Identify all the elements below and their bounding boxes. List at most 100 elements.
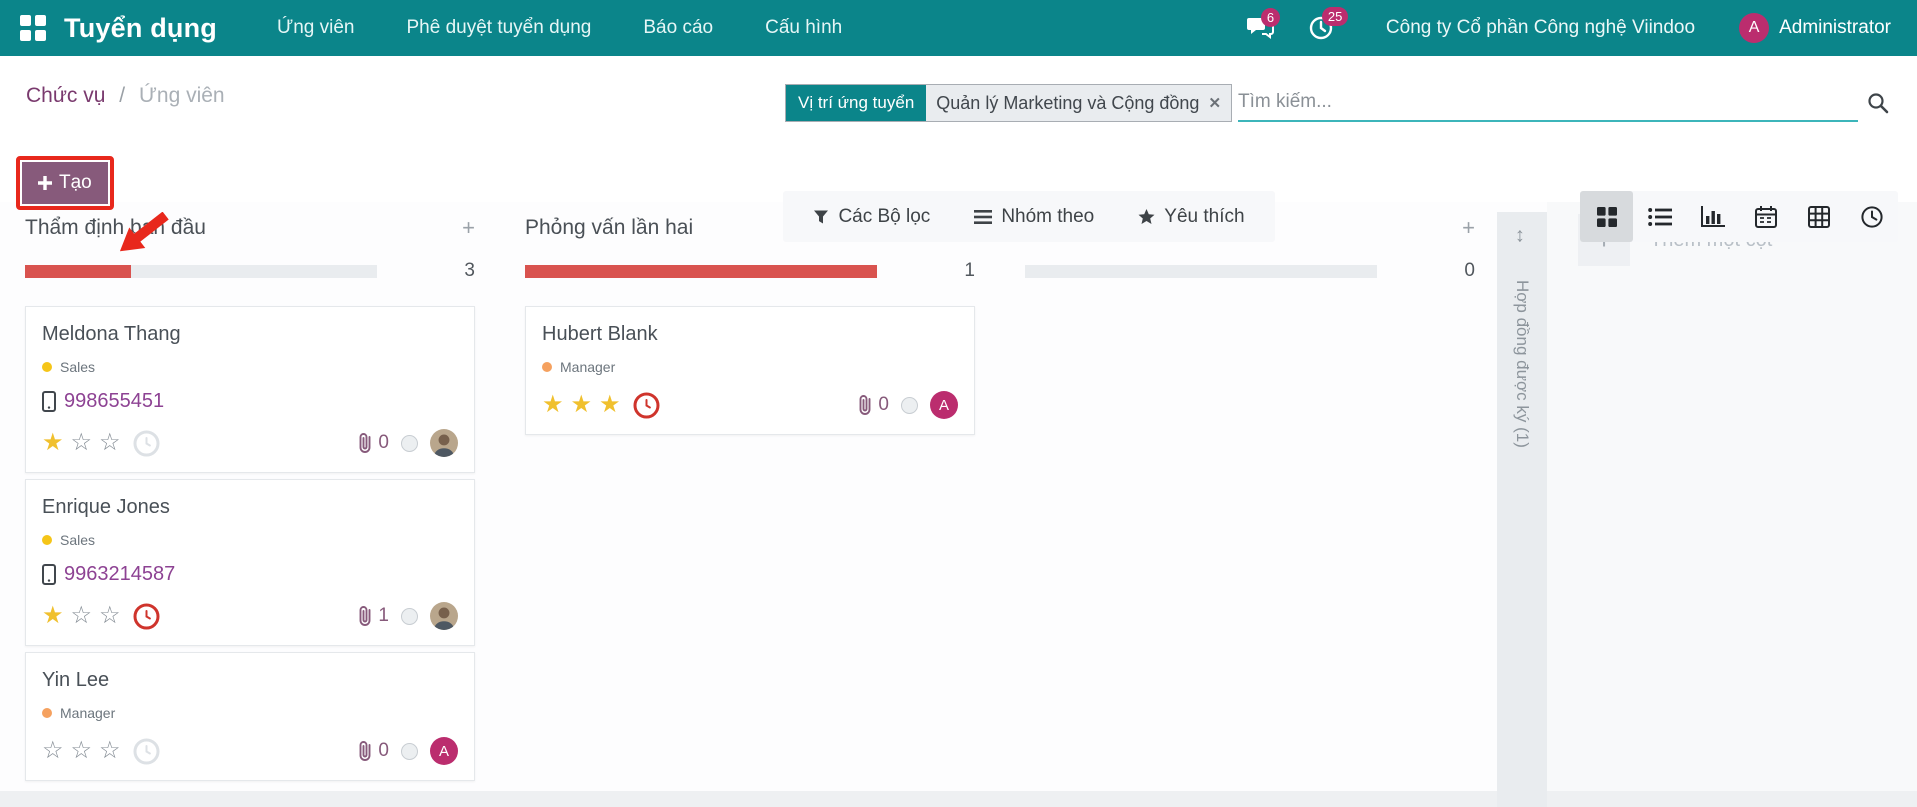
attachments-button[interactable]: 1 — [356, 605, 389, 627]
search-bar: Vị trí ứng tuyển Quản lý Marketing và Cộ… — [785, 84, 1890, 122]
column-record-count: 3 — [464, 260, 475, 282]
activity-clock-icon[interactable] — [133, 603, 160, 630]
kanban-state-circle[interactable] — [401, 608, 418, 625]
responsible-avatar[interactable]: A — [430, 737, 458, 765]
column-progressbar[interactable] — [525, 265, 877, 278]
view-calendar-button[interactable] — [1739, 191, 1792, 242]
facet-category-label: Vị trí ứng tuyển — [786, 85, 926, 121]
view-list-button[interactable] — [1633, 191, 1686, 242]
kanban-card-hubert-blank[interactable]: Hubert Blank Manager ★★★ — [525, 306, 975, 435]
group-by-button[interactable]: Nhóm theo — [974, 206, 1094, 228]
activity-clock-icon[interactable] — [633, 392, 660, 419]
view-graph-button[interactable] — [1686, 191, 1739, 242]
rating-stars[interactable]: ★★★ — [542, 392, 621, 418]
avatar-photo — [430, 429, 458, 457]
responsible-avatar[interactable] — [430, 429, 458, 457]
menu-candidates[interactable]: Ứng viên — [251, 0, 381, 56]
annotation-arrow-icon — [110, 212, 180, 268]
rating-stars[interactable]: ★ ☆☆ — [42, 603, 121, 629]
candidate-name: Meldona Thang — [42, 323, 458, 346]
view-pivot-button[interactable] — [1792, 191, 1845, 242]
kanban-state-circle[interactable] — [901, 397, 918, 414]
facet-value: Quản lý Marketing và Cộng đồng ✕ — [926, 85, 1231, 121]
main-menu: Ứng viên Phê duyệt tuyển dụng Báo cáo Cấ… — [251, 0, 868, 56]
attachments-button[interactable]: 0 — [356, 740, 389, 762]
phone-link[interactable]: 9963214587 — [64, 563, 175, 586]
star-empty-icon[interactable]: ☆ — [99, 738, 121, 764]
star-filled-icon[interactable]: ★ — [42, 430, 64, 456]
apps-grid-icon[interactable] — [20, 15, 46, 41]
column-progressbar[interactable] — [25, 265, 377, 278]
attachments-button[interactable]: 0 — [856, 394, 889, 416]
group-by-lines-icon — [974, 210, 992, 224]
star-empty-icon[interactable]: ☆ — [99, 430, 121, 456]
mobile-phone-icon — [42, 564, 56, 585]
star-filled-icon[interactable]: ★ — [571, 392, 593, 418]
kanban-board: Thẩm định ban đầu + 3 Meldona Thang Sale… — [0, 202, 1917, 807]
kanban-card-meldona-thang[interactable]: Meldona Thang Sales 998655451 ★☆☆ — [25, 306, 475, 473]
star-empty-icon[interactable]: ☆ — [99, 603, 121, 629]
company-switcher[interactable]: Công ty Cổ phần Công nghệ Viindoo — [1386, 17, 1695, 39]
rating-stars[interactable]: ★ ☆☆ — [42, 430, 121, 456]
filter-funnel-icon — [813, 209, 829, 225]
star-filled-icon[interactable]: ★ — [542, 392, 564, 418]
navbar-right: 6 25 Công ty Cổ phần Công nghệ Viindoo A… — [1247, 13, 1891, 43]
favorites-button[interactable]: Yêu thích — [1138, 206, 1244, 228]
kanban-card-yin-lee[interactable]: Yin Lee Manager ☆☆☆ — [25, 652, 475, 781]
breadcrumb-current: Ứng viên — [139, 84, 225, 107]
search-facet: Vị trí ứng tuyển Quản lý Marketing và Cộ… — [785, 84, 1232, 122]
view-activity-button[interactable] — [1845, 191, 1898, 242]
column-record-count: 1 — [964, 260, 975, 282]
column-add-record-icon[interactable]: + — [1462, 218, 1475, 238]
activity-clock-icon[interactable] — [133, 738, 160, 765]
search-icon[interactable] — [1866, 91, 1890, 115]
calendar-view-icon — [1755, 206, 1777, 228]
horizontal-scrollbar[interactable] — [0, 791, 1917, 807]
star-empty-icon[interactable]: ☆ — [71, 738, 93, 764]
breadcrumb-positions-link[interactable]: Chức vụ — [26, 84, 105, 107]
phone-link[interactable]: 998655451 — [64, 390, 164, 413]
tag-color-dot — [542, 362, 552, 372]
list-view-icon — [1648, 207, 1672, 227]
search-input[interactable] — [1238, 91, 1858, 113]
tag-label: Manager — [60, 705, 115, 721]
star-empty-icon[interactable]: ☆ — [42, 738, 64, 764]
view-kanban-button[interactable] — [1580, 191, 1633, 242]
menu-reports[interactable]: Báo cáo — [617, 0, 739, 56]
kanban-card-enrique-jones[interactable]: Enrique Jones Sales 9963214587 ★☆☆ — [25, 479, 475, 646]
star-filled-icon[interactable]: ★ — [42, 603, 64, 629]
kanban-empty-zone — [1547, 202, 1917, 807]
menu-configuration[interactable]: Cấu hình — [739, 0, 868, 56]
kanban-state-circle[interactable] — [401, 743, 418, 760]
column-progressbar[interactable] — [1025, 265, 1377, 278]
kanban-state-circle[interactable] — [401, 435, 418, 452]
app-title[interactable]: Tuyển dụng — [64, 13, 217, 44]
responsible-avatar[interactable] — [430, 602, 458, 630]
pivot-view-icon — [1808, 206, 1830, 228]
tag-label: Sales — [60, 532, 95, 548]
candidate-name: Hubert Blank — [542, 323, 958, 346]
star-empty-icon[interactable]: ☆ — [71, 603, 93, 629]
star-empty-icon[interactable]: ☆ — [71, 430, 93, 456]
attachments-button[interactable]: 0 — [356, 432, 389, 454]
filters-button[interactable]: Các Bộ lọc — [813, 206, 930, 228]
user-avatar[interactable]: A — [1739, 13, 1769, 43]
menu-recruitment-approval[interactable]: Phê duyệt tuyển dụng — [380, 0, 617, 56]
tag-color-dot — [42, 708, 52, 718]
expand-column-icon[interactable]: ↔ — [1511, 226, 1534, 246]
graph-view-icon — [1701, 206, 1725, 228]
column-record-count: 0 — [1464, 260, 1475, 282]
activity-clock-icon[interactable] — [133, 430, 160, 457]
rating-stars[interactable]: ☆☆☆ — [42, 738, 121, 764]
messages-button[interactable]: 6 — [1247, 16, 1274, 40]
responsible-avatar[interactable]: A — [930, 391, 958, 419]
facet-remove-icon[interactable]: ✕ — [1208, 94, 1221, 112]
collapsed-column-contract-signed[interactable]: ↔ Hợp đồng được ký (1) — [1497, 212, 1547, 807]
activities-button[interactable]: 25 — [1308, 15, 1334, 41]
star-filled-icon[interactable]: ★ — [599, 392, 621, 418]
attachments-count: 0 — [378, 740, 389, 762]
user-menu[interactable]: Administrator — [1779, 17, 1891, 39]
create-button[interactable]: Tạo — [22, 162, 108, 204]
tag-label: Manager — [560, 359, 615, 375]
column-add-record-icon[interactable]: + — [462, 218, 475, 238]
